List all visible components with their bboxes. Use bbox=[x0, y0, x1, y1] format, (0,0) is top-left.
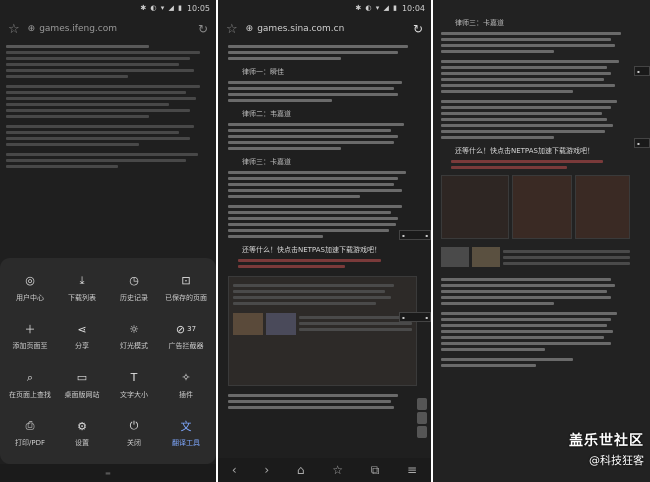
globe-icon: ⊕ bbox=[245, 24, 254, 34]
section-heading: 律师三：卡嘉道 bbox=[242, 158, 291, 166]
section-heading: 律师一：瞬佳 bbox=[242, 68, 284, 76]
watermark: 盖乐世社区 @科技狂客 bbox=[569, 430, 644, 468]
bottom-nav: ▬ bbox=[0, 464, 216, 482]
home-icon[interactable]: ⌂ bbox=[297, 463, 305, 477]
menu-translate[interactable]: 文翻译工具 bbox=[160, 410, 212, 459]
status-time: 10:04 bbox=[401, 3, 425, 13]
side-ad[interactable]: ▪ ▪ bbox=[399, 230, 431, 240]
game-banner-image[interactable] bbox=[512, 175, 572, 239]
menu-ad-blocker[interactable]: ⊘ 37 广告拦截器 bbox=[160, 313, 212, 362]
floating-buttons bbox=[417, 398, 429, 440]
side-ad[interactable]: ▪ bbox=[634, 66, 650, 76]
game-banner-image[interactable] bbox=[575, 175, 630, 239]
page-content bbox=[0, 42, 216, 175]
side-ad-column: ▪ bbox=[634, 138, 650, 151]
gear-icon: ⚙ bbox=[77, 419, 87, 433]
back-icon[interactable]: ‹ bbox=[232, 463, 237, 477]
print-icon: ⎙ bbox=[25, 419, 35, 433]
red-note bbox=[238, 259, 417, 268]
side-ad-column: ▪ ▪ bbox=[399, 312, 431, 325]
reload-icon[interactable]: ↻ bbox=[198, 22, 208, 36]
power-icon: ⏻ bbox=[129, 419, 139, 433]
plugin-icon: ✧ bbox=[181, 371, 191, 385]
desktop-icon: ▭ bbox=[76, 371, 88, 385]
status-icons: ✱ ◐ ▾ ◢ ▮ bbox=[140, 4, 183, 12]
side-ad[interactable]: ▪ bbox=[634, 138, 650, 148]
reload-icon[interactable]: ↻ bbox=[413, 22, 423, 36]
translate-icon: 文 bbox=[180, 420, 192, 434]
status-bar: ✱ ◐ ▾ ◢ ▮ 10:04 bbox=[218, 0, 431, 16]
related-row bbox=[441, 247, 630, 268]
middle-phone-screen: ✱ ◐ ▾ ◢ ▮ 10:04 ☆ ⊕ games.sina.com.cn ↻ 律… bbox=[218, 0, 431, 482]
sun-icon: ☼ bbox=[129, 322, 139, 336]
menu-share[interactable]: ⋖ 分享 bbox=[56, 313, 108, 362]
menu-print-pdf[interactable]: ⎙ 打印/PDF bbox=[4, 410, 56, 459]
share-icon: ⋖ bbox=[77, 322, 87, 336]
nav-handle: ▬ bbox=[105, 469, 111, 477]
menu-saved-pages[interactable]: ⊡ 已保存的页面 bbox=[160, 264, 212, 313]
ad-block-count: 37 bbox=[187, 325, 197, 334]
left-phone-screen: ✱ ◐ ▾ ◢ ▮ 10:05 ☆ ⊕ games.ifeng.com ↻ ◎ 用户… bbox=[0, 0, 216, 482]
menu-icon[interactable]: ≡ bbox=[407, 463, 417, 477]
float-button[interactable] bbox=[417, 398, 427, 410]
menu-history[interactable]: ◷ 历史记录 bbox=[108, 264, 160, 313]
side-ad[interactable]: ▪ ▪ bbox=[399, 312, 431, 322]
menu-settings[interactable]: ⚙ 设置 bbox=[56, 410, 108, 459]
browser-menu: ◎ 用户中心 ⤓ 下载列表 ◷ 历史记录 ⊡ 已保存的页面 ＋添加页面至 ⋖ 分享 ☼ 灯光… bbox=[0, 258, 216, 464]
bookmarks-star-icon[interactable]: ☆ bbox=[332, 463, 343, 477]
article-content: 律师一：瞬佳 律师二：韦嘉道 律师三：卡嘉道 还等什么！快点击NETPAS加速下… bbox=[218, 42, 431, 416]
watermark-handle: @科技狂客 bbox=[589, 454, 644, 467]
section-heading: 律师三：卡嘉道 bbox=[455, 19, 504, 27]
download-call-to-action: 还等什么！快点击NETPAS加速下载游戏吧！ bbox=[455, 147, 594, 155]
menu-add-page[interactable]: ＋添加页面至 bbox=[4, 313, 56, 362]
status-bar: ✱ ◐ ▾ ◢ ▮ 10:05 bbox=[0, 0, 216, 16]
plus-icon: ＋ bbox=[24, 323, 36, 337]
menu-user-center[interactable]: ◎ 用户中心 bbox=[4, 264, 56, 313]
thumbnail[interactable] bbox=[441, 247, 469, 267]
download-icon: ⤓ bbox=[79, 273, 85, 287]
related-links-box bbox=[228, 276, 417, 386]
download-call-to-action: 还等什么！快点击NETPAS加速下载游戏吧！ bbox=[242, 246, 381, 254]
tabs-icon[interactable]: ⧉ bbox=[371, 463, 380, 478]
browser-toolbar: ‹ › ⌂ ☆ ⧉ ≡ bbox=[218, 458, 431, 482]
side-ad-column: ▪ bbox=[634, 66, 650, 79]
address-bar[interactable]: ☆ ⊕ games.sina.com.cn ↻ bbox=[218, 16, 431, 42]
url-text[interactable]: games.sina.com.cn bbox=[257, 24, 344, 34]
section-heading: 律师二：韦嘉道 bbox=[242, 110, 291, 118]
side-ad-column: ▪ ▪ bbox=[399, 230, 431, 243]
menu-text-size[interactable]: T 文字大小 bbox=[108, 361, 160, 410]
menu-downloads[interactable]: ⤓ 下载列表 bbox=[56, 264, 108, 313]
watermark-title: 盖乐世社区 bbox=[569, 433, 644, 449]
red-note bbox=[451, 160, 630, 169]
status-icons: ✱ ◐ ▾ ◢ ▮ bbox=[355, 4, 398, 12]
menu-find-in-page[interactable]: ⌕ 在页面上查找 bbox=[4, 361, 56, 410]
thumbnail[interactable] bbox=[266, 313, 296, 335]
forward-icon[interactable]: › bbox=[264, 463, 269, 477]
menu-close[interactable]: ⏻ 关闭 bbox=[108, 410, 160, 459]
find-in-page-icon: ⌕ bbox=[26, 370, 34, 384]
text-size-icon: T bbox=[130, 371, 138, 385]
bookmark-star-icon[interactable]: ☆ bbox=[8, 22, 20, 37]
clock-icon: ◷ bbox=[129, 274, 139, 288]
bookmark-star-icon[interactable]: ☆ bbox=[226, 22, 238, 37]
float-button[interactable] bbox=[417, 412, 427, 424]
thumbnail[interactable] bbox=[472, 247, 500, 267]
game-banners bbox=[441, 175, 630, 239]
float-button[interactable] bbox=[417, 426, 427, 438]
article-content: 律师三：卡嘉道 还等什么！快点击NETPAS加速下载游戏吧！ bbox=[433, 14, 650, 374]
status-time: 10:05 bbox=[186, 3, 210, 13]
globe-icon: ⊕ bbox=[27, 24, 36, 34]
menu-light-mode[interactable]: ☼ 灯光模式 bbox=[108, 313, 160, 362]
right-phone-screen: 律师三：卡嘉道 还等什么！快点击NETPAS加速下载游戏吧！ ▪ ▪ 盖乐世社区… bbox=[433, 0, 650, 482]
url-text[interactable]: games.ifeng.com bbox=[39, 24, 117, 34]
game-banner-image[interactable] bbox=[441, 175, 509, 239]
thumbnail[interactable] bbox=[233, 313, 263, 335]
user-circle-icon: ◎ bbox=[25, 274, 35, 288]
block-icon: ⊘ 37 bbox=[175, 322, 197, 336]
saved-page-icon: ⊡ bbox=[181, 274, 191, 288]
menu-plugins[interactable]: ✧ 插件 bbox=[160, 361, 212, 410]
menu-desktop-site[interactable]: ▭ 桌面版网站 bbox=[56, 361, 108, 410]
address-bar[interactable]: ☆ ⊕ games.ifeng.com ↻ bbox=[0, 16, 216, 42]
